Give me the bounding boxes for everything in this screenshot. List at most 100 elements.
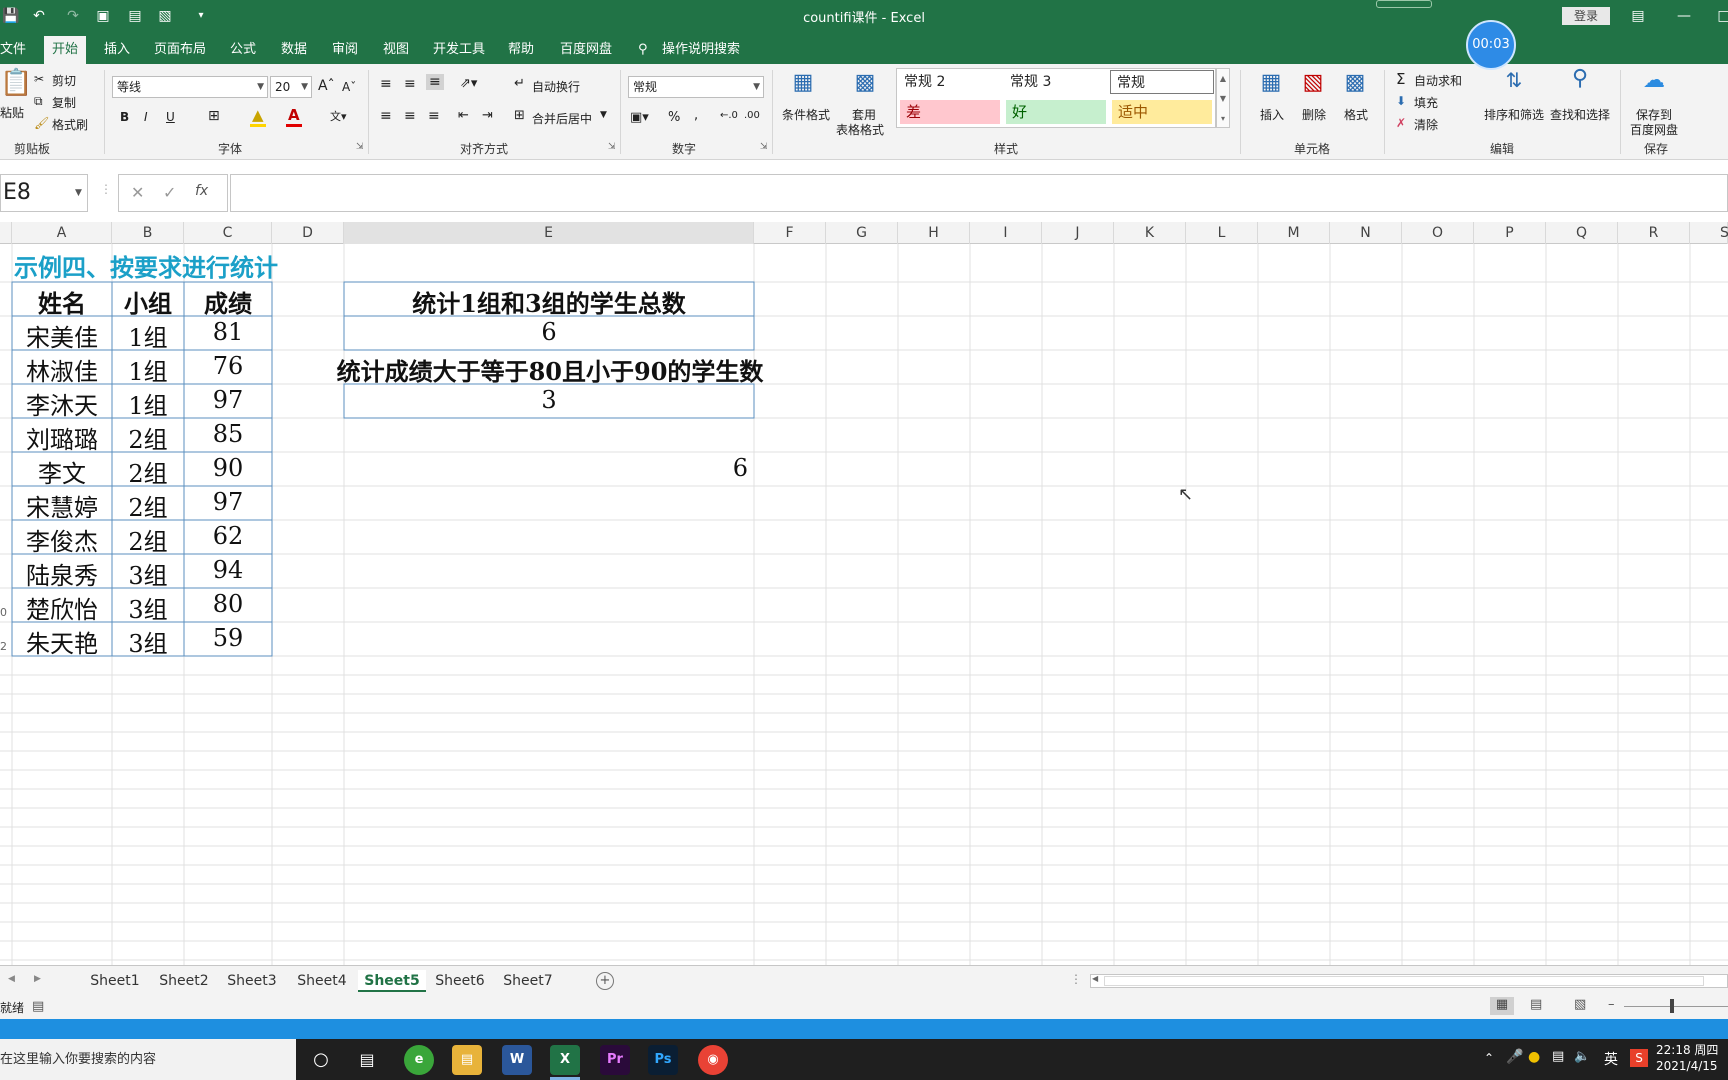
number-dialog-launcher-icon[interactable]: ⇲: [760, 142, 768, 152]
volume-icon[interactable]: 🔈: [1574, 1049, 1590, 1064]
cell-name[interactable]: 李俊杰: [12, 522, 112, 557]
baidu-cloud-icon[interactable]: ☁: [1636, 68, 1672, 93]
q1-result[interactable]: 6: [344, 318, 754, 346]
name-box[interactable]: E8 ▼: [0, 174, 88, 212]
comma-style-icon[interactable]: ,: [694, 108, 698, 123]
cell-name[interactable]: 李沐天: [12, 386, 112, 421]
sheet-tab[interactable]: Sheet7: [496, 970, 560, 992]
sheet-tab[interactable]: Sheet4: [290, 970, 354, 992]
decrease-decimal-icon[interactable]: .00: [744, 110, 760, 121]
cell-group[interactable]: 2组: [112, 522, 184, 557]
column-header[interactable]: I: [970, 222, 1042, 244]
column-header[interactable]: E: [344, 222, 754, 244]
cell-group[interactable]: 2组: [112, 488, 184, 523]
style-neutral[interactable]: 适中: [1112, 100, 1212, 124]
column-header[interactable]: L: [1186, 222, 1258, 244]
cell-group[interactable]: 3组: [112, 556, 184, 591]
style-gallery-scroll[interactable]: ▲ ▼ ▾: [1216, 68, 1230, 128]
column-header[interactable]: P: [1474, 222, 1546, 244]
percent-icon[interactable]: %: [668, 110, 680, 125]
browser-360-icon[interactable]: e: [404, 1045, 434, 1075]
sheet-tab-active[interactable]: Sheet5: [358, 970, 426, 992]
cut-button[interactable]: 剪切: [52, 72, 76, 89]
increase-font-icon[interactable]: Aˆ: [318, 78, 335, 94]
scroll-left-icon[interactable]: ◀: [1092, 974, 1098, 983]
column-header[interactable]: B: [112, 222, 184, 244]
wrap-text-icon[interactable]: ↵: [514, 76, 525, 91]
chevron-down-icon[interactable]: ▼: [75, 175, 82, 211]
font-color-icon[interactable]: A: [288, 106, 300, 124]
sogou-icon[interactable]: S: [1630, 1049, 1648, 1067]
font-dialog-launcher-icon[interactable]: ⇲: [356, 142, 364, 152]
font-size-select[interactable]: 20 ▼: [270, 76, 312, 98]
accounting-format-icon[interactable]: ▣▾: [630, 110, 649, 125]
align-left-icon[interactable]: ≡: [380, 108, 392, 124]
sheet-tab[interactable]: Sheet1: [82, 970, 148, 992]
photoshop-icon[interactable]: Ps: [648, 1045, 678, 1075]
worksheet-grid[interactable]: 0 2 示例四、按要求进行统计 姓名 小组 成绩 宋美佳 1组 81 林淑佳 1…: [0, 244, 1728, 965]
column-header[interactable]: Q: [1546, 222, 1618, 244]
align-center-icon[interactable]: ≡: [404, 108, 416, 124]
enter-icon[interactable]: ✓: [163, 183, 176, 202]
fill-icon[interactable]: ⬇: [1396, 94, 1406, 108]
zoom-out-icon[interactable]: –: [1608, 997, 1615, 1012]
cell-name[interactable]: 朱天艳: [12, 624, 112, 659]
column-header[interactable]: R: [1618, 222, 1690, 244]
macro-record-icon[interactable]: ▤: [32, 999, 44, 1014]
cell-score[interactable]: 94: [184, 556, 272, 584]
delete-cells-button[interactable]: 删除: [1302, 106, 1326, 123]
cell-group[interactable]: 1组: [112, 386, 184, 421]
column-header[interactable]: F: [754, 222, 826, 244]
header-name[interactable]: 姓名: [12, 284, 112, 319]
tab-developer[interactable]: 开发工具: [433, 40, 485, 60]
column-header[interactable]: K: [1114, 222, 1186, 244]
login-button[interactable]: 登录: [1562, 7, 1610, 25]
cell-score[interactable]: 97: [184, 386, 272, 414]
ime-indicator[interactable]: 英: [1604, 1049, 1618, 1069]
add-sheet-icon[interactable]: +: [596, 972, 614, 990]
align-middle-icon[interactable]: ≡: [404, 76, 416, 92]
zoom-slider[interactable]: [1624, 1006, 1728, 1007]
tab-view[interactable]: 视图: [383, 40, 409, 60]
insert-cells-button[interactable]: 插入: [1260, 106, 1284, 123]
find-select-button[interactable]: 查找和选择: [1550, 106, 1610, 123]
header-score[interactable]: 成绩: [184, 284, 272, 319]
premiere-icon[interactable]: Pr: [600, 1045, 630, 1075]
cell-name[interactable]: 林淑佳: [12, 352, 112, 387]
tab-page-layout[interactable]: 页面布局: [154, 40, 206, 60]
delete-cells-icon[interactable]: ▧: [1298, 70, 1328, 95]
style-normal-3[interactable]: 常规 3: [1004, 70, 1108, 94]
cell-name[interactable]: 陆泉秀: [12, 556, 112, 591]
ribbon-display-icon[interactable]: ▤: [1618, 6, 1658, 26]
tab-baidu-netdisk[interactable]: 百度网盘: [560, 40, 612, 60]
select-all-corner[interactable]: [0, 222, 12, 244]
cell-group[interactable]: 2组: [112, 420, 184, 455]
find-select-icon[interactable]: ⚲: [1562, 66, 1598, 91]
cell-score[interactable]: 90: [184, 454, 272, 482]
sort-filter-icon[interactable]: ⇅: [1496, 68, 1532, 92]
style-normal[interactable]: 常规: [1110, 70, 1214, 94]
insert-function-icon[interactable]: fx: [195, 183, 208, 199]
alignment-dialog-launcher-icon[interactable]: ⇲: [608, 142, 616, 152]
tray-app-icon[interactable]: ●: [1528, 1049, 1540, 1065]
tab-splitter-handle[interactable]: ⋮: [1070, 972, 1082, 986]
format-as-table-label-2[interactable]: 表格格式: [836, 121, 884, 138]
column-header[interactable]: H: [898, 222, 970, 244]
clock-time[interactable]: 22:18 周四: [1656, 1041, 1718, 1058]
autosum-icon[interactable]: Σ: [1396, 70, 1405, 88]
q2-result[interactable]: 3: [344, 386, 754, 414]
clear-icon[interactable]: ✗: [1396, 116, 1406, 130]
cell-score[interactable]: 59: [184, 624, 272, 652]
formula-input[interactable]: [230, 174, 1728, 212]
tab-home[interactable]: 开始: [44, 36, 87, 64]
merge-center-button[interactable]: 合并后居中: [532, 110, 592, 127]
normal-view-icon[interactable]: ▦: [1490, 997, 1514, 1015]
cell-name[interactable]: 刘璐璐: [12, 420, 112, 455]
increase-indent-icon[interactable]: ⇥: [482, 108, 493, 123]
cell-e7[interactable]: 6: [344, 454, 748, 482]
conditional-format-icon[interactable]: ▦: [786, 70, 820, 95]
clock-date[interactable]: 2021/4/15: [1656, 1059, 1718, 1073]
sheet-tab[interactable]: Sheet2: [152, 970, 216, 992]
microphone-icon[interactable]: 🎤: [1506, 1049, 1523, 1065]
cell-group[interactable]: 1组: [112, 318, 184, 353]
